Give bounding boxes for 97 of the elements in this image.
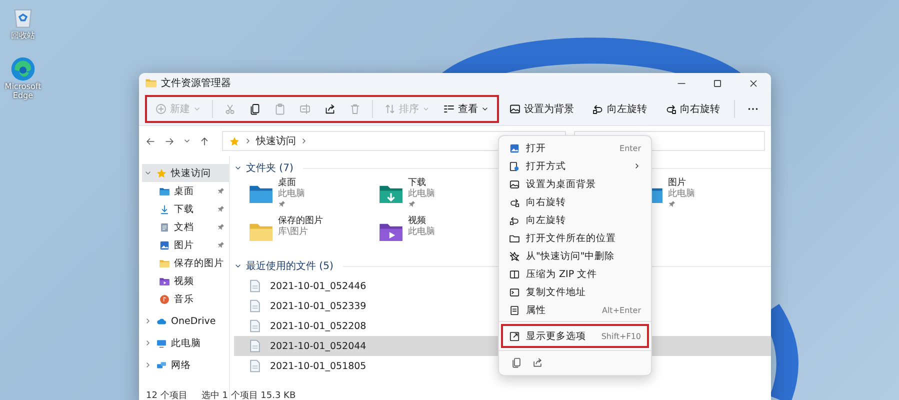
folder-icon [159,258,170,268]
zip-icon [509,268,520,280]
menu-item[interactable]: 复制文件地址 [501,283,649,301]
pin-icon[interactable] [217,241,225,249]
picture-icon [159,240,170,250]
menu-item[interactable]: 属性 Alt+Enter [501,301,649,319]
rotate-right-button[interactable]: 向右旋转 [657,99,728,119]
rotate-left-icon [509,214,520,226]
chevron-right-icon[interactable] [144,317,152,325]
sidebar-item[interactable]: 音乐 [142,290,229,308]
document-icon [159,222,170,232]
chevron-right-icon [300,137,308,145]
chevron-down-icon[interactable] [144,169,152,177]
sidebar-item[interactable]: 桌面 [142,182,229,200]
forward-icon[interactable] [164,136,175,146]
list-icon [443,103,455,115]
sidebar-item[interactable]: 网络 [142,356,229,374]
sidebar-item[interactable]: 视频 [142,272,229,290]
chevron-right-icon[interactable] [144,361,152,369]
scissors-icon [224,103,236,115]
status-text: 12 个项目 [146,390,188,400]
clipboard-icon [274,103,286,115]
chevron-right-icon[interactable] [144,339,152,347]
file-name[interactable]: 2021-10-01_052208 [270,320,366,332]
video-icon [159,276,170,286]
star-icon [156,168,167,178]
view-menu-button[interactable]: 查看 [437,99,495,119]
document-icon [248,299,262,313]
download-arrow-icon [159,204,170,214]
up-arrow-icon[interactable] [199,136,210,146]
chevron-down-icon [234,262,242,270]
picture-icon [509,142,520,154]
computer-icon [156,338,167,348]
copy-icon [249,103,261,115]
properties-icon [509,304,520,316]
music-icon [159,294,170,304]
more-options-icon [509,330,520,342]
copy-icon[interactable] [511,357,522,368]
document-icon [248,279,262,293]
folder-icon [145,77,157,89]
menu-item[interactable]: 打开方式 [501,157,649,175]
open-with-icon [509,160,520,172]
path-icon [509,286,520,298]
breadcrumb[interactable]: 快速访问 [256,134,296,148]
pin-icon[interactable] [217,187,225,195]
file-name[interactable]: 2021-10-01_051805 [270,360,366,372]
maximize-icon [712,78,722,88]
image-icon [509,178,520,190]
pin-icon[interactable] [217,223,225,231]
document-icon [248,319,262,333]
document-icon [248,339,262,353]
rotate-left-button[interactable]: 向左旋转 [584,99,655,119]
rename-icon [299,103,311,115]
sidebar-item[interactable]: 下载 [142,200,229,218]
plus-circle-icon [155,103,167,115]
caret-icon [193,105,201,113]
network-icon [156,360,167,370]
sidebar-item[interactable]: 此电脑 [142,334,229,352]
back-icon[interactable] [145,136,156,146]
file-name[interactable]: 2021-10-01_052446 [270,280,366,292]
folder-tile[interactable]: 桌面 此电脑 [248,178,378,214]
chevron-down-icon [234,164,242,172]
cloud-icon [156,316,167,326]
image-icon [509,103,521,115]
share-icon [324,103,336,115]
rotate-right-icon [509,196,520,208]
file-name[interactable]: 2021-10-01_052044 [270,340,366,352]
file-name[interactable]: 2021-10-01_052339 [270,300,366,312]
trash-icon [349,103,361,115]
sidebar-item[interactable]: 快速访问 [142,164,229,182]
document-icon [248,359,262,373]
rotate-left-icon [592,103,604,115]
sidebar-item[interactable]: OneDrive [142,312,229,330]
sidebar-item[interactable]: 保存的图片 [142,254,229,272]
folder-tile[interactable]: 保存的图片 库\图片 [248,216,378,252]
browser-logo-icon[interactable] [9,54,37,83]
sort-arrows-icon [384,103,396,115]
unstar-icon [509,250,520,262]
sidebar-item[interactable]: 文档 [142,218,229,236]
set-background-button[interactable]: 设置为背景 [501,99,582,119]
menu-item[interactable]: 压缩为 ZIP 文件 [501,265,649,283]
caret-icon [422,105,430,113]
window-title: 文件资源管理器 [161,76,231,90]
chevron-right-icon [633,162,641,170]
pin-icon[interactable] [217,205,225,213]
status-text: 选中 1 个项目 15.3 KB [201,390,296,400]
share-icon[interactable] [532,357,543,368]
star-icon [229,136,240,146]
folder-icon [159,186,170,196]
close-icon [748,78,758,88]
sidebar-item[interactable]: 图片 [142,236,229,254]
caret-icon [481,105,489,113]
menu-item[interactable]: 显示更多选项 Shift+F10 [501,324,649,348]
dropdown-icon[interactable] [183,137,191,145]
chevron-right-icon [244,137,252,145]
folder-icon [509,232,520,244]
rotate-right-icon [665,103,677,115]
